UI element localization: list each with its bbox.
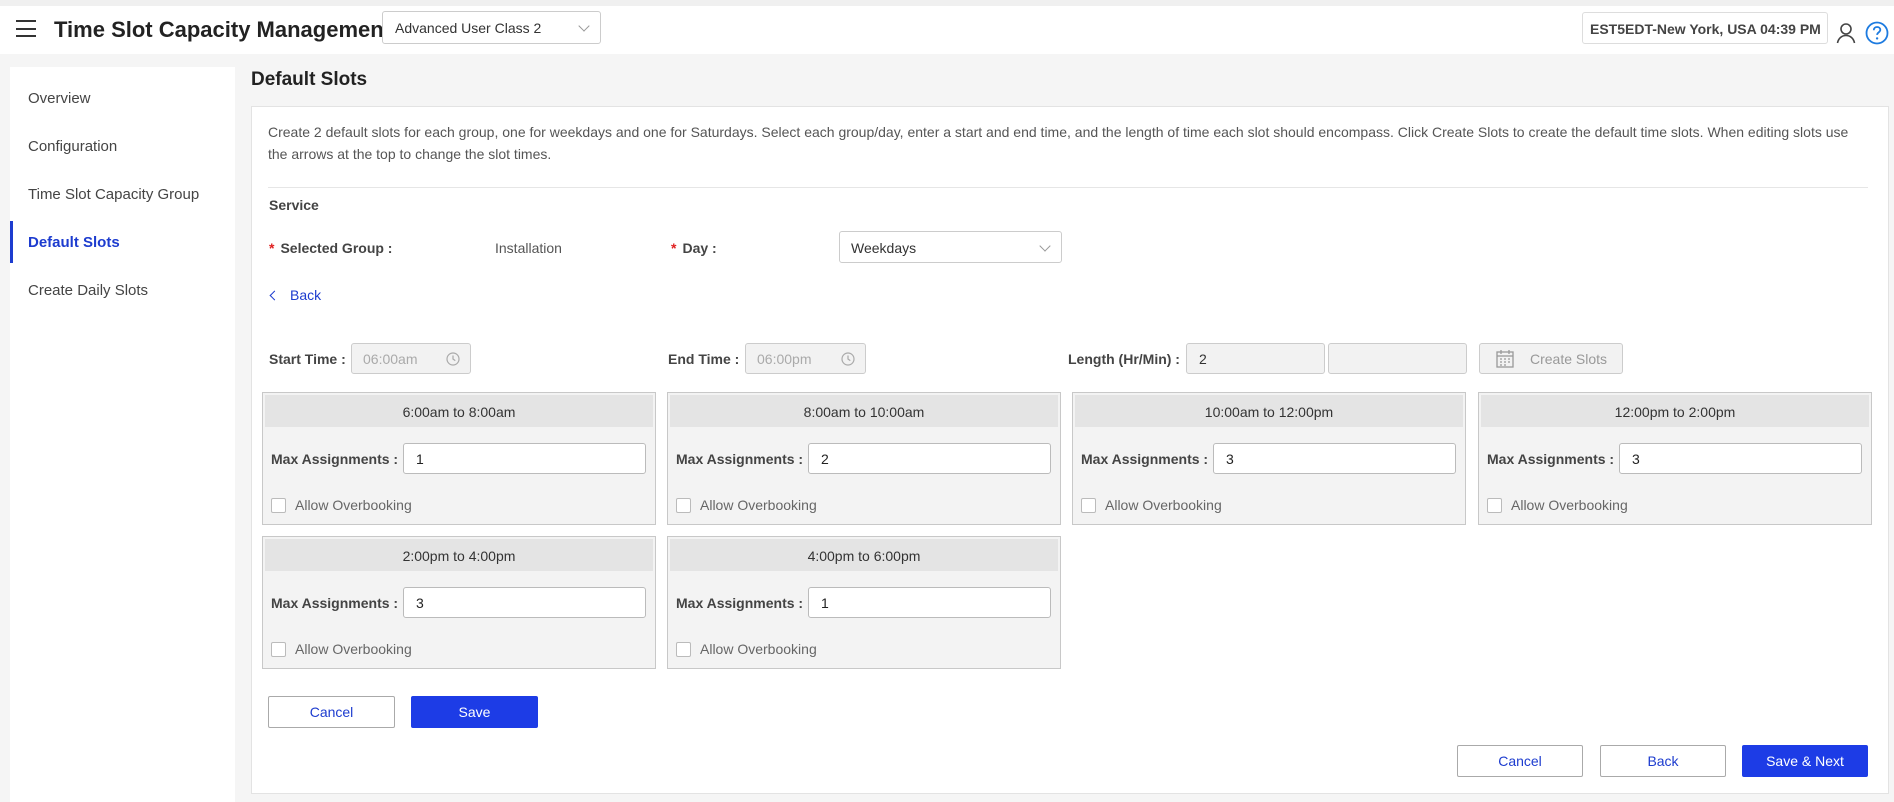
slot-time-range: 4:00pm to 6:00pm bbox=[670, 539, 1058, 571]
required-marker: * bbox=[671, 240, 677, 256]
max-assignments-input[interactable]: 1 bbox=[808, 587, 1051, 618]
max-assignments-input[interactable]: 3 bbox=[1213, 443, 1456, 474]
slot-card: 2:00pm to 4:00pm Max Assignments : 3 All… bbox=[262, 536, 656, 669]
slot-time-range: 2:00pm to 4:00pm bbox=[265, 539, 653, 571]
chevron-down-icon bbox=[578, 20, 590, 32]
sidebar-item-create-daily-slots[interactable]: Create Daily Slots bbox=[10, 269, 235, 311]
section-label: Service bbox=[269, 197, 319, 213]
footer-cancel-button[interactable]: Cancel bbox=[1457, 745, 1583, 777]
allow-overbooking-checkbox[interactable] bbox=[271, 642, 286, 657]
main-panel: Create 2 default slots for each group, o… bbox=[251, 106, 1889, 794]
allow-overbooking-checkbox[interactable] bbox=[1487, 498, 1502, 513]
app-title: Time Slot Capacity Management bbox=[54, 17, 392, 42]
end-time-label: End Time : bbox=[668, 351, 740, 367]
slot-card: 4:00pm to 6:00pm Max Assignments : 1 All… bbox=[667, 536, 1061, 669]
slot-time-range: 12:00pm to 2:00pm bbox=[1481, 395, 1869, 427]
slot-card: 12:00pm to 2:00pm Max Assignments : 3 Al… bbox=[1478, 392, 1872, 525]
chevron-left-icon bbox=[269, 290, 280, 301]
slot-card: 8:00am to 10:00am Max Assignments : 2 Al… bbox=[667, 392, 1061, 525]
allow-overbooking-label: Allow Overbooking bbox=[295, 497, 412, 513]
day-label: * Day : bbox=[671, 240, 717, 256]
allow-overbooking-label: Allow Overbooking bbox=[1511, 497, 1628, 513]
create-slots-button[interactable]: Create Slots bbox=[1479, 343, 1623, 374]
save-button[interactable]: Save bbox=[411, 696, 538, 728]
max-assignments-label: Max Assignments : bbox=[271, 451, 399, 467]
max-assignments-label: Max Assignments : bbox=[1081, 451, 1209, 467]
sidebar-item-overview[interactable]: Overview bbox=[10, 77, 235, 119]
allow-overbooking-checkbox[interactable] bbox=[676, 642, 691, 657]
page-description: Create 2 default slots for each group, o… bbox=[268, 124, 1849, 162]
sidebar-item-default-slots[interactable]: Default Slots bbox=[10, 221, 235, 263]
sidebar-item-configuration[interactable]: Configuration bbox=[10, 125, 235, 167]
user-icon[interactable] bbox=[1836, 22, 1856, 44]
max-assignments-input[interactable]: 1 bbox=[403, 443, 646, 474]
length-minutes-input[interactable] bbox=[1328, 343, 1467, 374]
back-link[interactable]: Back bbox=[269, 287, 321, 303]
required-marker: * bbox=[269, 240, 275, 256]
footer-back-button[interactable]: Back bbox=[1600, 745, 1726, 777]
start-time-input[interactable]: 06:00am bbox=[351, 343, 471, 374]
max-assignments-label: Max Assignments : bbox=[676, 595, 804, 611]
slot-time-range: 6:00am to 8:00am bbox=[265, 395, 653, 427]
allow-overbooking-checkbox[interactable] bbox=[271, 498, 286, 513]
day-select[interactable]: Weekdays bbox=[839, 231, 1062, 263]
max-assignments-input[interactable]: 3 bbox=[403, 587, 646, 618]
timezone-display: EST5EDT-New York, USA 04:39 PM bbox=[1582, 12, 1828, 44]
length-hours-input[interactable]: 2 bbox=[1186, 343, 1325, 374]
length-label: Length (Hr/Min) : bbox=[1068, 351, 1180, 367]
slot-card: 6:00am to 8:00am Max Assignments : 1 All… bbox=[262, 392, 656, 525]
sidebar: Overview Configuration Time Slot Capacit… bbox=[10, 67, 235, 802]
allow-overbooking-label: Allow Overbooking bbox=[1105, 497, 1222, 513]
start-time-label: Start Time : bbox=[269, 351, 346, 367]
allow-overbooking-checkbox[interactable] bbox=[1081, 498, 1096, 513]
cancel-button[interactable]: Cancel bbox=[268, 696, 395, 728]
slot-time-range: 8:00am to 10:00am bbox=[670, 395, 1058, 427]
max-assignments-label: Max Assignments : bbox=[1487, 451, 1615, 467]
allow-overbooking-label: Allow Overbooking bbox=[700, 497, 817, 513]
clock-icon bbox=[841, 352, 855, 366]
calendar-icon bbox=[1496, 350, 1514, 368]
user-class-value: Advanced User Class 2 bbox=[395, 20, 542, 36]
user-class-select[interactable]: Advanced User Class 2 bbox=[382, 11, 601, 44]
top-bar: Time Slot Capacity Management Advanced U… bbox=[0, 0, 1894, 54]
max-assignments-label: Max Assignments : bbox=[676, 451, 804, 467]
clock-icon bbox=[446, 352, 460, 366]
divider bbox=[268, 187, 1868, 188]
slot-card: 10:00am to 12:00pm Max Assignments : 3 A… bbox=[1072, 392, 1466, 525]
chevron-down-icon bbox=[1039, 240, 1051, 252]
max-assignments-label: Max Assignments : bbox=[271, 595, 399, 611]
selected-group-value: Installation bbox=[495, 240, 562, 256]
selected-group-label: * Selected Group : bbox=[269, 240, 393, 256]
sidebar-item-time-slot-capacity-group[interactable]: Time Slot Capacity Group bbox=[10, 173, 235, 215]
allow-overbooking-label: Allow Overbooking bbox=[700, 641, 817, 657]
menu-icon[interactable] bbox=[16, 20, 36, 37]
help-icon[interactable] bbox=[1865, 21, 1889, 45]
page-title: Default Slots bbox=[251, 69, 368, 90]
max-assignments-input[interactable]: 3 bbox=[1619, 443, 1862, 474]
end-time-input[interactable]: 06:00pm bbox=[745, 343, 866, 374]
slot-time-range: 10:00am to 12:00pm bbox=[1075, 395, 1463, 427]
save-and-next-button[interactable]: Save & Next bbox=[1742, 745, 1868, 777]
allow-overbooking-label: Allow Overbooking bbox=[295, 641, 412, 657]
allow-overbooking-checkbox[interactable] bbox=[676, 498, 691, 513]
day-select-value: Weekdays bbox=[851, 240, 917, 256]
max-assignments-input[interactable]: 2 bbox=[808, 443, 1051, 474]
